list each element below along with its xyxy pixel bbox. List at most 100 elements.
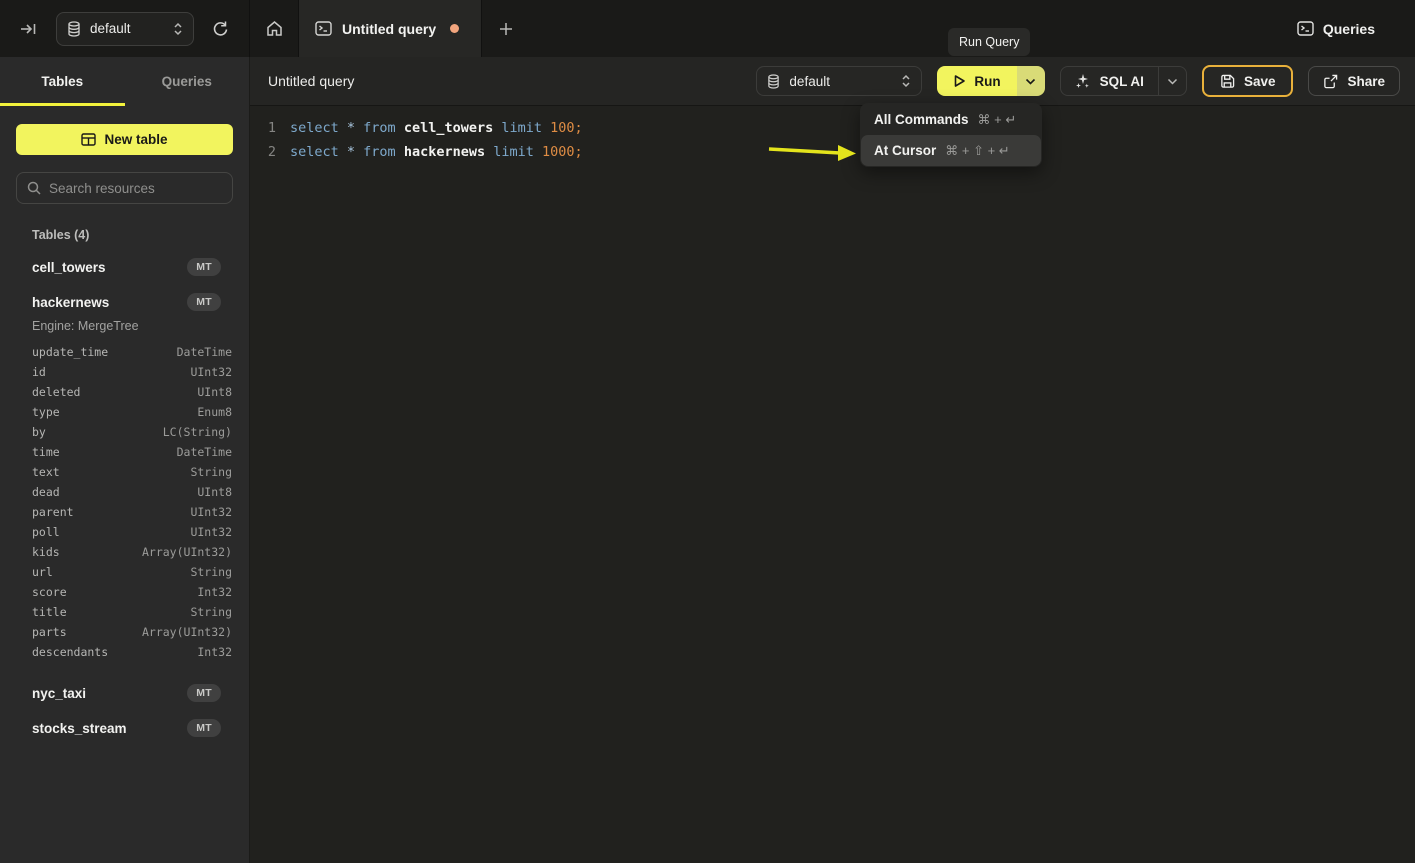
token-keyword: from — [363, 144, 404, 160]
column-name: url — [32, 565, 53, 579]
column-type: LC(String) — [163, 425, 232, 439]
column-type: DateTime — [177, 345, 232, 359]
chevron-down-icon — [1167, 78, 1178, 85]
collapse-sidebar-button[interactable] — [16, 17, 42, 41]
column-row: url String — [0, 562, 249, 582]
home-icon — [266, 20, 283, 37]
sql-ai-split-button: SQL AI — [1060, 66, 1187, 96]
column-name: dead — [32, 485, 60, 499]
column-row: score Int32 — [0, 582, 249, 602]
column-name: type — [32, 405, 60, 419]
topbar-right: Queries — [1297, 0, 1415, 57]
column-type: UInt8 — [197, 485, 232, 499]
menu-item-at-cursor[interactable]: At Cursor ⌘ + ⇧ + ↵ — [861, 135, 1041, 166]
column-row: textString — [0, 462, 249, 482]
table-row[interactable]: nyc_taxiMT — [0, 683, 249, 703]
column-name: parts — [32, 625, 67, 639]
sql-ai-button[interactable]: SQL AI — [1061, 67, 1158, 95]
column-row: parentUInt32 — [0, 502, 249, 522]
token-table: cell_towers — [404, 120, 502, 136]
column-type: String — [190, 565, 232, 579]
header-database-selector[interactable]: default — [756, 66, 922, 96]
column-row: timeDateTime — [0, 442, 249, 462]
line-number: 2 — [250, 144, 276, 160]
refresh-icon — [212, 20, 229, 37]
engine-badge: MT — [187, 293, 221, 311]
tab-home[interactable] — [250, 0, 298, 57]
table-row[interactable]: hackernewsMT — [0, 292, 249, 312]
play-icon — [953, 74, 966, 88]
token-number: 1000 — [542, 144, 575, 160]
sql-ai-label: SQL AI — [1100, 74, 1144, 89]
main-header: Untitled query default — [250, 57, 1415, 106]
column-type: DateTime — [177, 445, 232, 459]
column-row: update_timeDateTime — [0, 342, 249, 362]
code-line: 1select * from cell_towers limit 100; — [250, 116, 1415, 140]
table-name: nyc_taxi — [32, 686, 86, 701]
menu-item-label: At Cursor — [874, 143, 936, 158]
tabstrip: Untitled query — [250, 0, 1297, 57]
token-star: * — [347, 120, 363, 136]
column-type: Enum8 — [197, 405, 232, 419]
column-name: descendants — [32, 645, 108, 659]
column-name: deleted — [32, 385, 80, 399]
tab-untitled-query[interactable]: Untitled query — [298, 0, 482, 57]
query-terminal-icon — [315, 21, 332, 36]
column-row: kidsArray(UInt32) — [0, 542, 249, 562]
header-database-value: default — [789, 74, 892, 89]
sql-editor[interactable]: 1select * from cell_towers limit 100; 2 se… — [250, 106, 1415, 863]
table-row[interactable]: stocks_streamMT — [0, 718, 249, 738]
main-area: Untitled query default — [250, 57, 1415, 863]
search-input[interactable] — [49, 181, 226, 196]
token-keyword: limit — [501, 120, 550, 136]
column-name: by — [32, 425, 46, 439]
sidebar-tab-tables[interactable]: Tables — [0, 57, 125, 106]
database-icon — [67, 21, 81, 37]
plus-icon — [499, 22, 513, 36]
new-table-button[interactable]: New table — [16, 124, 233, 155]
column-name: text — [32, 465, 60, 479]
sql-ai-options-button[interactable] — [1158, 67, 1186, 95]
run-options-button[interactable] — [1017, 66, 1045, 96]
engine-badge: MT — [187, 719, 221, 737]
column-name: title — [32, 605, 67, 619]
share-button[interactable]: Share — [1308, 66, 1400, 96]
column-list: update_timeDateTimeidUInt32deletedUInt8t… — [0, 342, 249, 662]
table-row[interactable]: cell_towers MT — [0, 257, 249, 277]
share-icon — [1323, 74, 1338, 89]
table-list: cell_towersMThackernewsMTEngine: MergeTr… — [0, 242, 249, 738]
collapse-sidebar-icon — [20, 21, 38, 37]
table-grid-icon — [81, 133, 96, 146]
topbar-database-selector[interactable]: default — [56, 12, 194, 46]
column-type: Int32 — [197, 585, 232, 599]
sidebar-tabs: Tables Queries — [0, 57, 249, 106]
column-row: pollUInt32 — [0, 522, 249, 542]
sidebar: Tables Queries New table Tables (4) cell… — [0, 57, 250, 863]
search-icon — [27, 181, 41, 195]
run-options-menu: All Commands⌘ + ↵ At Cursor ⌘ + ⇧ + ↵ — [860, 103, 1042, 167]
tab-label: Untitled query — [342, 21, 436, 37]
queries-link[interactable]: Queries — [1297, 21, 1375, 37]
column-type: Array(UInt32) — [142, 625, 232, 639]
token-star: * — [347, 144, 363, 160]
column-name: score — [32, 585, 67, 599]
sidebar-tab-queries[interactable]: Queries — [125, 57, 250, 106]
token-keyword: select — [290, 120, 347, 136]
table-name: cell_towers — [32, 260, 106, 275]
menu-item-all-commands[interactable]: All Commands⌘ + ↵ — [861, 104, 1041, 135]
token-punct: ; — [575, 144, 583, 160]
tables-section-label: Tables (4) — [32, 228, 233, 242]
column-type: String — [190, 605, 232, 619]
unsaved-dot — [450, 24, 459, 33]
run-button[interactable]: Run — [937, 66, 1016, 96]
refresh-button[interactable] — [208, 16, 233, 41]
new-tab-button[interactable] — [482, 0, 530, 57]
save-floppy-icon — [1220, 74, 1235, 89]
column-row: parts Array(UInt32) — [0, 622, 249, 642]
menu-item-shortcut: ⌘ + ⇧ + ↵ — [945, 143, 1009, 159]
engine-badge: MT — [187, 258, 221, 276]
save-button[interactable]: Save — [1202, 65, 1294, 97]
queries-terminal-icon — [1297, 21, 1314, 36]
token-number: 100 — [550, 120, 574, 136]
column-name: id — [32, 365, 46, 379]
